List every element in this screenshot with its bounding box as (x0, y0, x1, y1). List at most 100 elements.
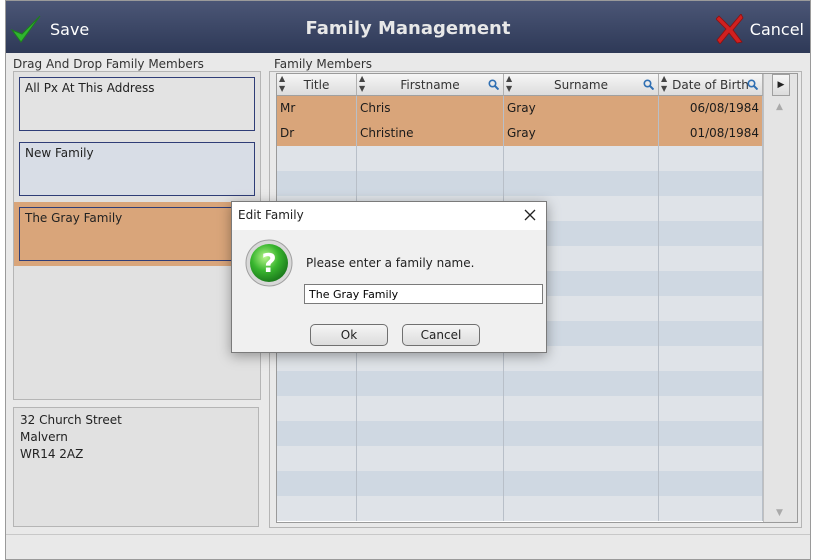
empty-cell (659, 321, 763, 346)
svg-text:?: ? (261, 249, 276, 279)
empty-cell (277, 396, 357, 421)
family-card-all-px[interactable]: All Px At This Address (14, 72, 260, 136)
cell-dob: 06/08/1984 (659, 96, 763, 121)
column-header-firstname[interactable]: ▲ ▼ Firstname (357, 74, 504, 96)
empty-cell (357, 421, 504, 446)
empty-cell (659, 246, 763, 271)
search-icon[interactable] (747, 79, 758, 90)
family-card-gray[interactable]: The Gray Family (14, 202, 260, 266)
empty-cell (357, 146, 504, 171)
column-label: Date of Birth (672, 78, 749, 92)
empty-cell (277, 371, 357, 396)
empty-cell (277, 421, 357, 446)
empty-row (277, 171, 763, 196)
cancel-label: Cancel (749, 19, 804, 39)
empty-row (277, 371, 763, 396)
dialog-title: Edit Family (238, 208, 304, 222)
empty-cell (277, 171, 357, 196)
family-list-panel[interactable]: All Px At This Address New Family The Gr… (13, 71, 261, 400)
address-box: 32 Church Street Malvern WR14 2AZ (13, 407, 259, 527)
empty-cell (277, 146, 357, 171)
sort-arrows-icon: ▲ ▼ (506, 74, 513, 93)
family-card-box: New Family (19, 142, 255, 196)
ok-button[interactable]: Ok (310, 324, 388, 346)
empty-cell (504, 446, 659, 471)
empty-cell (277, 471, 357, 496)
family-card-box: All Px At This Address (19, 77, 255, 131)
red-x-icon (715, 14, 744, 44)
status-bar (6, 534, 810, 559)
empty-cell (357, 496, 504, 521)
column-header-dob[interactable]: ▲ ▼ Date of Birth (659, 74, 763, 96)
empty-cell (504, 371, 659, 396)
empty-cell (659, 271, 763, 296)
cancel-button[interactable]: Cancel (715, 13, 804, 45)
address-line-1: 32 Church Street (20, 413, 122, 427)
empty-cell (357, 396, 504, 421)
dialog-cancel-button[interactable]: Cancel (402, 324, 480, 346)
cell-title: Mr (277, 96, 357, 121)
column-label: Firstname (400, 78, 460, 92)
family-name: New Family (25, 146, 94, 160)
empty-cell (659, 146, 763, 171)
empty-cell (504, 171, 659, 196)
sort-arrows-icon: ▲ ▼ (359, 74, 366, 93)
cell-dob: 01/08/1984 (659, 121, 763, 146)
column-label: Title (303, 78, 330, 92)
family-name-input[interactable] (304, 284, 543, 304)
empty-row (277, 471, 763, 496)
family-card-new[interactable]: New Family (14, 137, 260, 201)
family-name: All Px At This Address (25, 81, 155, 95)
empty-cell (659, 496, 763, 521)
empty-row (277, 396, 763, 421)
dialog-body: ? Please enter a family name. Ok Cancel (232, 230, 546, 352)
empty-row (277, 496, 763, 521)
empty-cell (504, 496, 659, 521)
grid-header: ▲ ▼ Title ▲ ▼ Firstname ▲ ▼ Surname ▲ ▼ Date… (277, 74, 763, 96)
empty-row (277, 421, 763, 446)
dialog-prompt: Please enter a family name. (306, 256, 475, 270)
family-card-box: The Gray Family (19, 207, 255, 261)
close-icon[interactable] (522, 207, 538, 223)
page-title: Family Management (305, 18, 511, 39)
column-header-title[interactable]: ▲ ▼ Title (277, 74, 357, 96)
scroll-down-icon[interactable]: ▼ (776, 508, 783, 518)
empty-cell (659, 446, 763, 471)
empty-cell (504, 471, 659, 496)
triangle-right-icon[interactable]: ▶ (772, 74, 790, 96)
empty-cell (357, 371, 504, 396)
empty-cell (659, 196, 763, 221)
cell-surname: Gray (504, 96, 659, 121)
address-line-2: Malvern (20, 430, 68, 444)
edit-family-dialog: Edit Family ? Please enter a family name… (231, 201, 547, 353)
empty-cell (277, 496, 357, 521)
empty-cell (357, 446, 504, 471)
cell-surname: Gray (504, 121, 659, 146)
empty-cell (357, 171, 504, 196)
empty-cell (659, 171, 763, 196)
empty-row (277, 146, 763, 171)
empty-cell (659, 296, 763, 321)
empty-cell (659, 221, 763, 246)
cell-title: Dr (277, 121, 357, 146)
table-row[interactable]: Dr Christine Gray 01/08/1984 (277, 121, 763, 146)
sort-arrows-icon: ▲ ▼ (279, 74, 286, 93)
empty-cell (659, 471, 763, 496)
sort-arrows-icon: ▲ ▼ (661, 74, 668, 93)
search-icon[interactable] (643, 79, 654, 90)
cell-firstname: Christine (357, 121, 504, 146)
empty-cell (659, 371, 763, 396)
empty-cell (659, 396, 763, 421)
scroll-up-icon[interactable]: ▲ (776, 102, 783, 112)
question-icon: ? (245, 239, 293, 287)
grid-scrollbar[interactable]: ▶ ▲ ▼ (763, 74, 797, 522)
cell-firstname: Chris (357, 96, 504, 121)
column-label: Surname (554, 78, 608, 92)
header-bar: Save Family Management Cancel (6, 1, 810, 53)
search-icon[interactable] (488, 79, 499, 90)
column-header-surname[interactable]: ▲ ▼ Surname (504, 74, 659, 96)
empty-cell (659, 421, 763, 446)
empty-cell (659, 346, 763, 371)
empty-cell (277, 446, 357, 471)
table-row[interactable]: Mr Chris Gray 06/08/1984 (277, 96, 763, 121)
